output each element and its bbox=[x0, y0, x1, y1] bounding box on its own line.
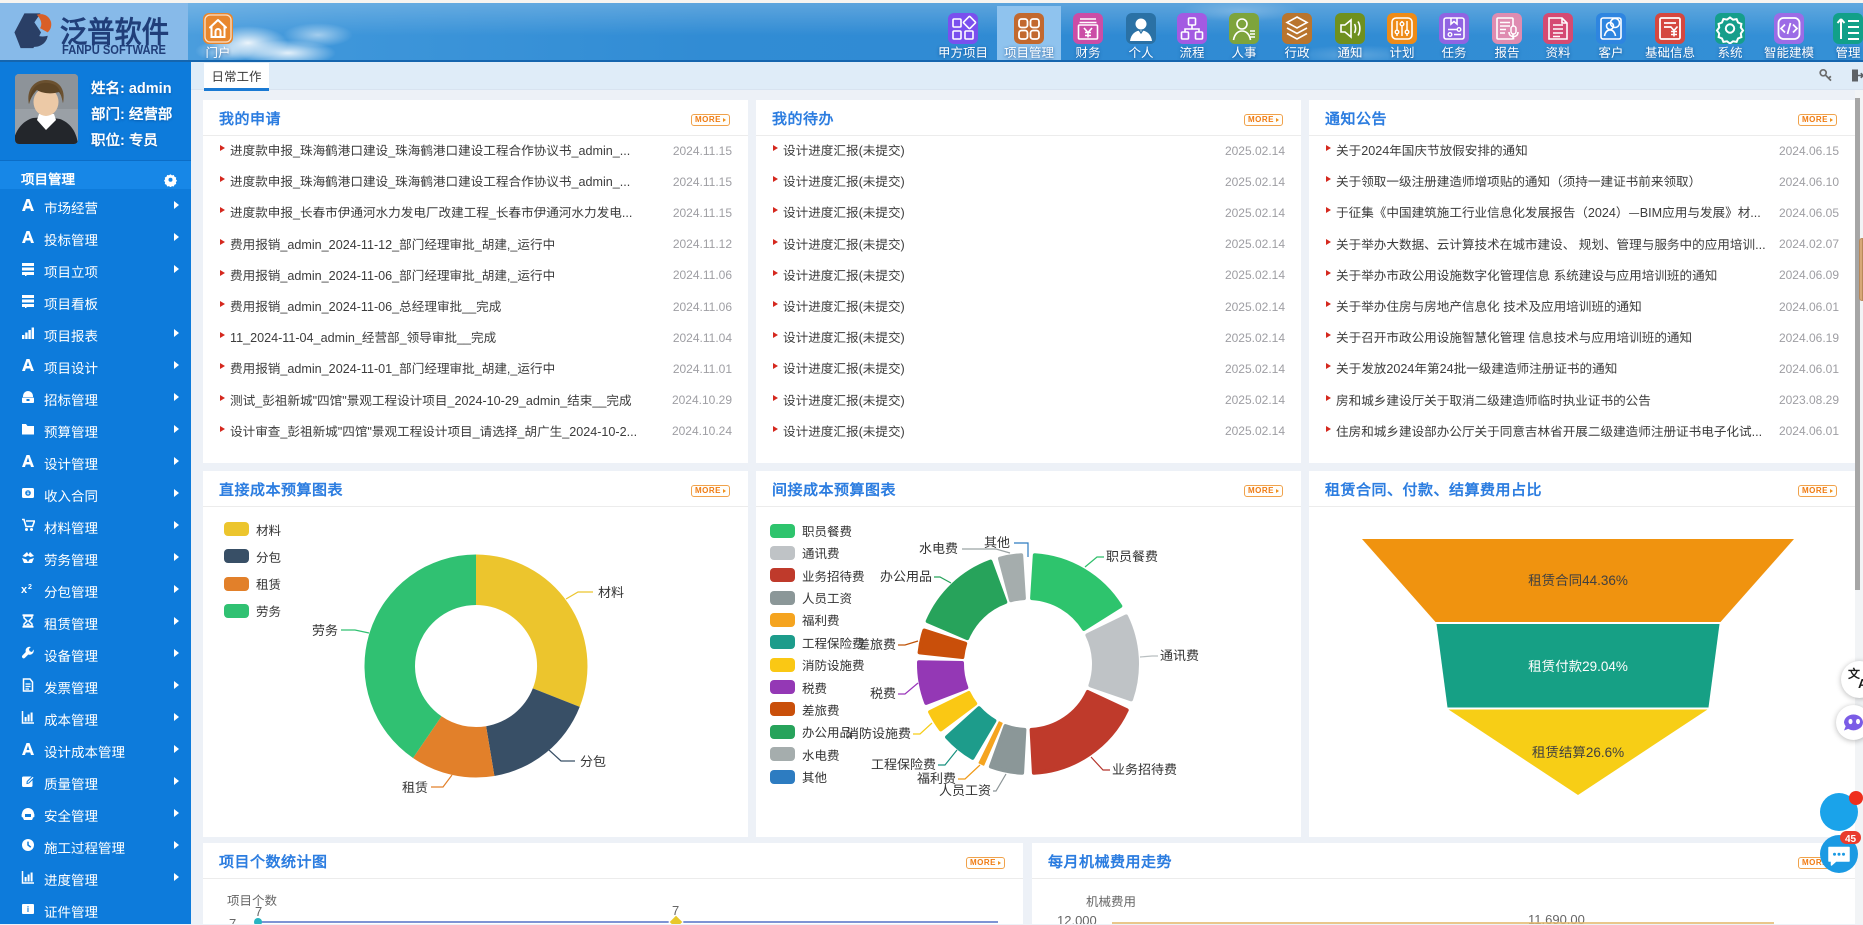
svg-text:职员餐费: 职员餐费 bbox=[1106, 546, 1158, 565]
svg-text:分包: 分包 bbox=[580, 751, 606, 770]
svg-text:办公用品: 办公用品 bbox=[880, 566, 932, 585]
svg-text:A: A bbox=[1858, 673, 1863, 692]
svg-text:其他: 其他 bbox=[984, 532, 1010, 551]
svg-text:租赁结算26.6%: 租赁结算26.6% bbox=[1532, 741, 1624, 761]
svg-text:租赁: 租赁 bbox=[402, 777, 428, 796]
svg-text:¥: ¥ bbox=[26, 489, 29, 497]
svg-text:税费: 税费 bbox=[870, 683, 896, 702]
svg-text:人员工资: 人员工资 bbox=[939, 780, 991, 799]
svg-text:消防设施费: 消防设施费 bbox=[846, 723, 911, 742]
svg-text:业务招待费: 业务招待费 bbox=[1112, 759, 1177, 778]
svg-text:通讯费: 通讯费 bbox=[1160, 645, 1199, 664]
svg-text:材料: 材料 bbox=[598, 582, 624, 601]
svg-text:2: 2 bbox=[28, 582, 32, 592]
svg-text:x: x bbox=[21, 582, 28, 596]
svg-text:水电费: 水电费 bbox=[919, 538, 958, 557]
svg-text:劳务: 劳务 bbox=[312, 620, 338, 639]
svg-text:租赁合同44.36%: 租赁合同44.36% bbox=[1528, 569, 1628, 589]
svg-text:i: i bbox=[27, 904, 29, 915]
svg-text:租赁付款29.04%: 租赁付款29.04% bbox=[1528, 655, 1628, 675]
svg-text:FANPU SOFTWARE: FANPU SOFTWARE bbox=[62, 39, 166, 57]
